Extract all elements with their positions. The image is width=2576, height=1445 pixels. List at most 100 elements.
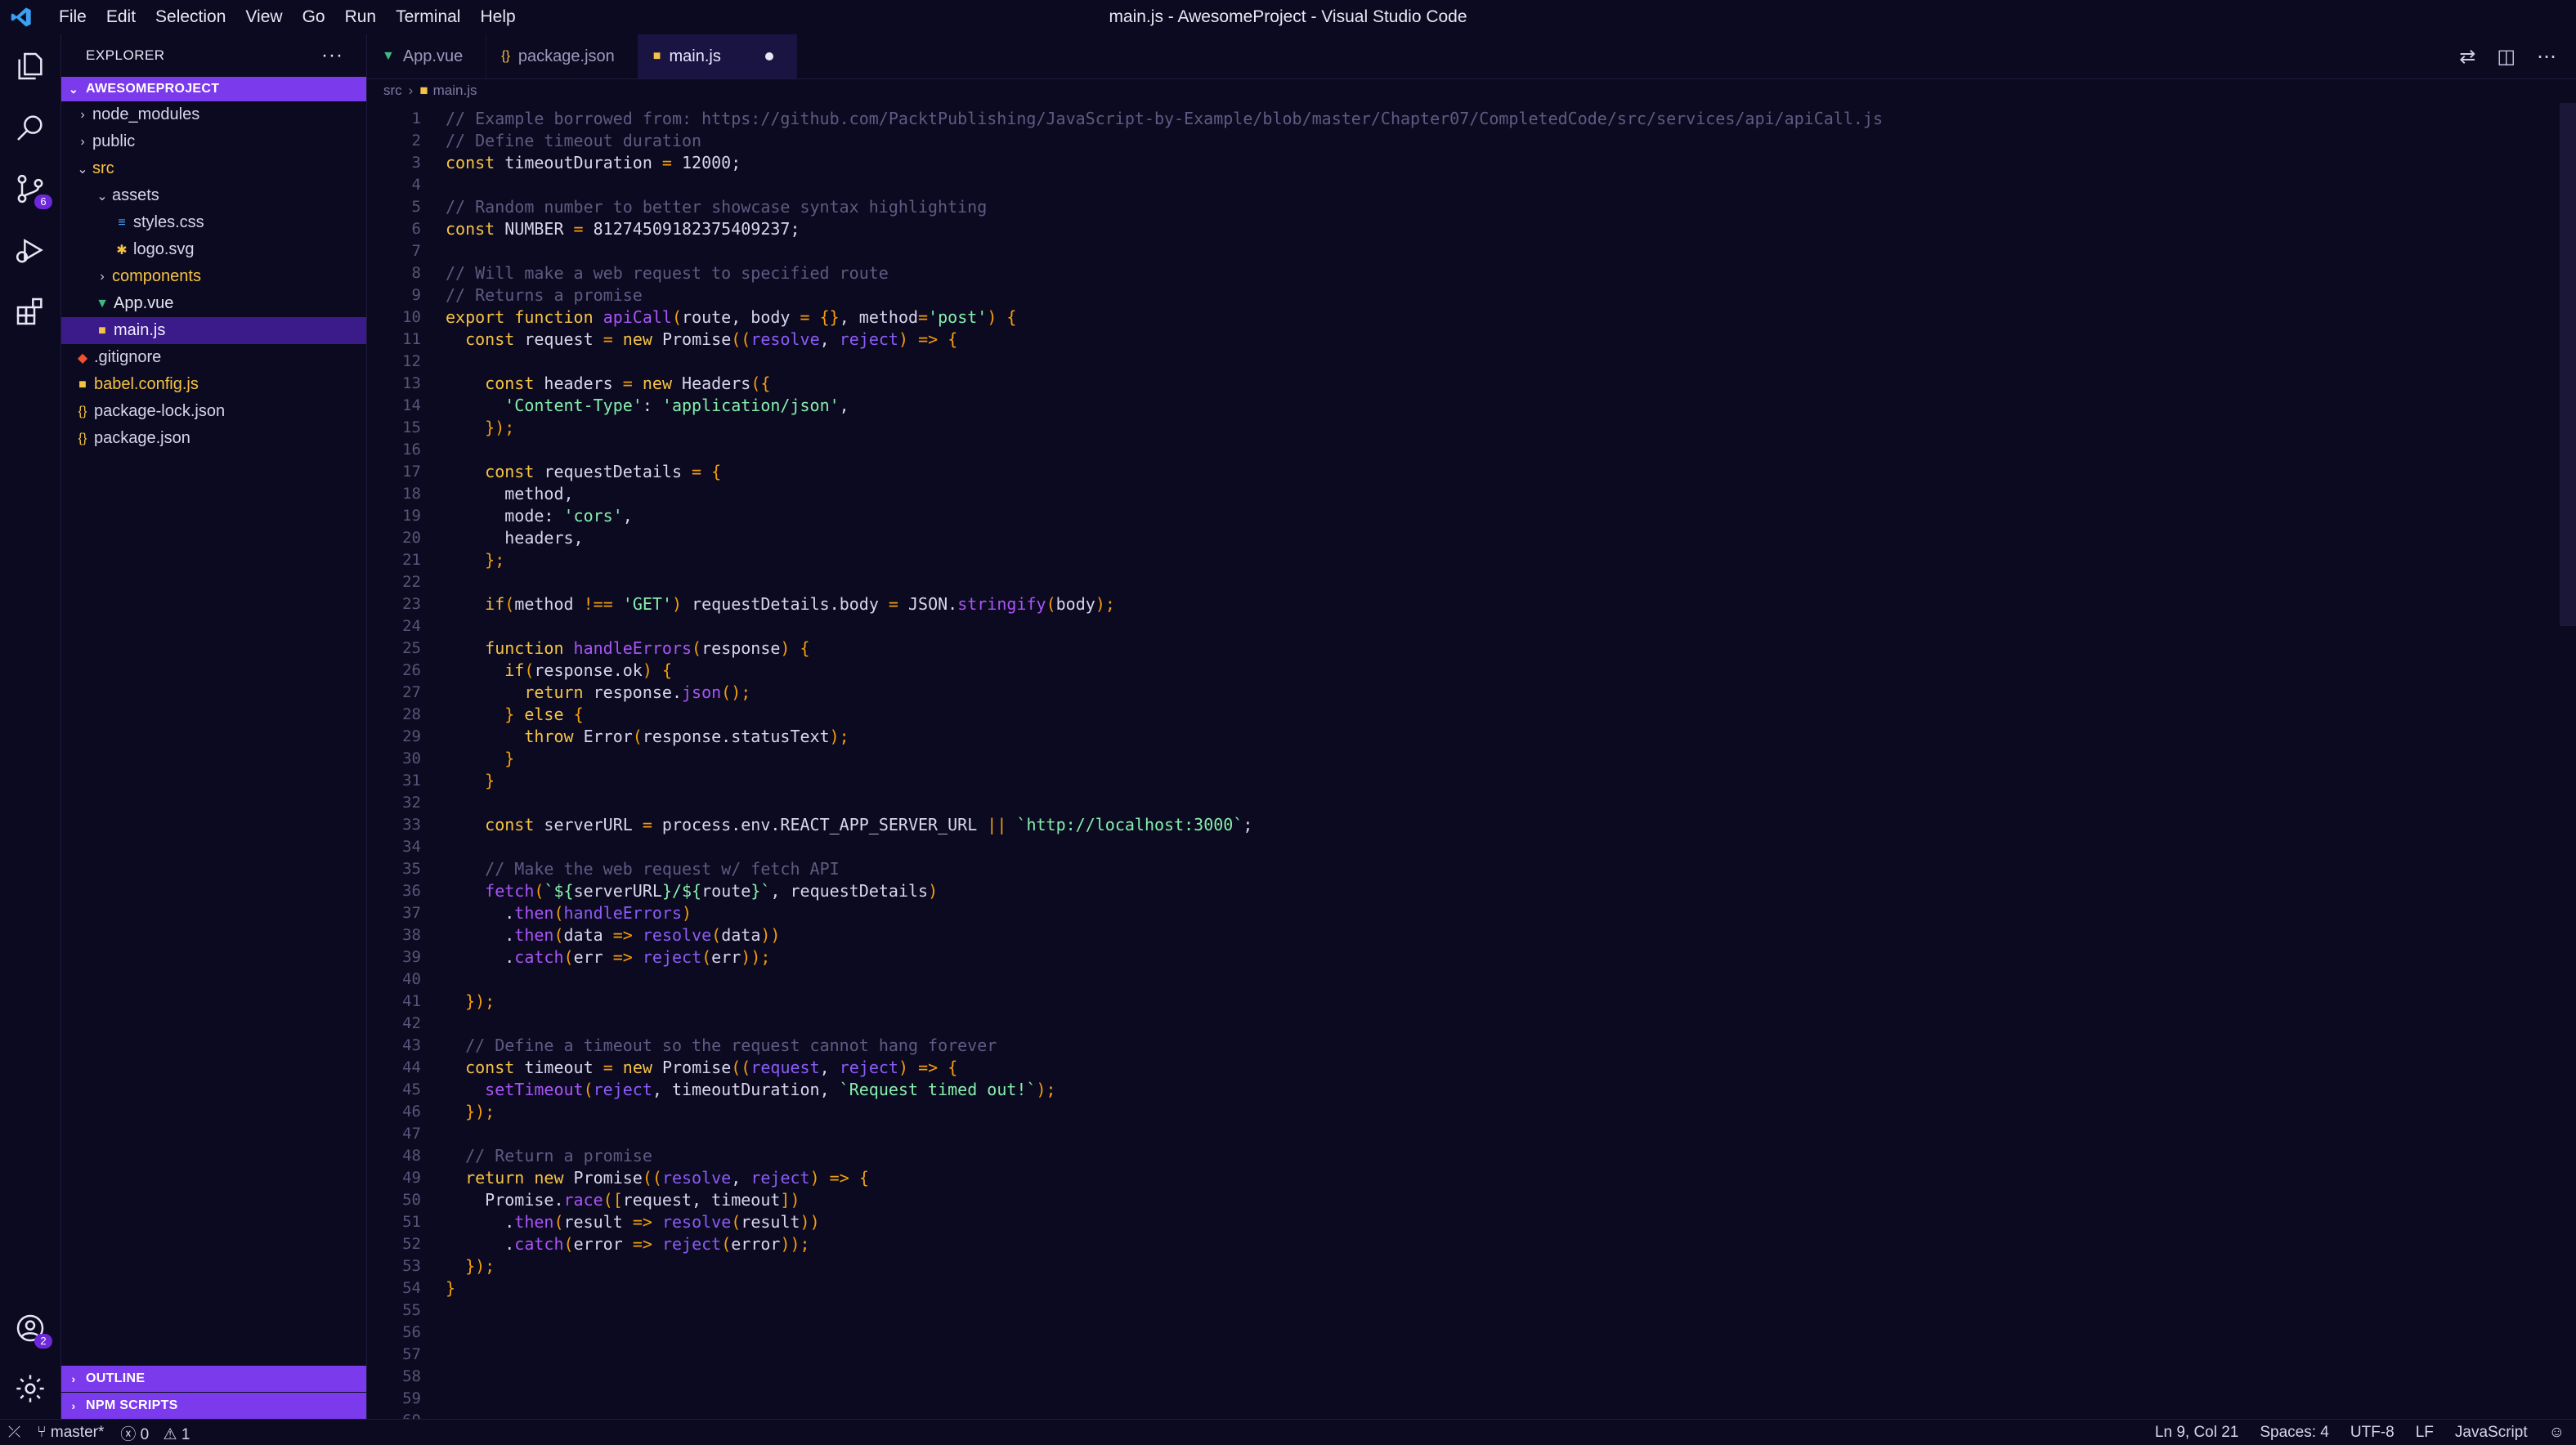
code-line[interactable]: }); (446, 1255, 1883, 1277)
feedback-icon[interactable]: ☺ (2549, 1424, 2565, 1442)
code-line[interactable]: if(method !== 'GET') requestDetails.body… (446, 593, 1883, 615)
file-item[interactable]: ◆ .gitignore (61, 344, 366, 371)
git-branch[interactable]: ⑂ master* (29, 1424, 112, 1442)
code-line[interactable]: return new Promise((resolve, reject) => … (446, 1167, 1883, 1189)
outline-section-header[interactable]: › OUTLINE (61, 1366, 366, 1392)
menu-terminal[interactable]: Terminal (386, 0, 470, 34)
code-line[interactable]: }); (446, 417, 1883, 439)
code-line[interactable]: function handleErrors(response) { (446, 638, 1883, 660)
code-line[interactable]: .then(result => resolve(result)) (446, 1211, 1883, 1233)
project-section-header[interactable]: ⌄ AWESOMEPROJECT (61, 77, 366, 101)
folder-item[interactable]: ⌄ assets (61, 182, 366, 209)
run-debug-icon[interactable] (0, 220, 60, 280)
breadcrumb-file[interactable]: main.js (433, 83, 477, 99)
explorer-icon[interactable] (0, 36, 60, 96)
folder-item[interactable]: › public (61, 128, 366, 155)
cursor-position[interactable]: Ln 9, Col 21 (2155, 1424, 2238, 1442)
source-control-icon[interactable]: 6 (0, 159, 60, 219)
code-content[interactable]: // Example borrowed from: https://github… (446, 108, 1883, 1419)
settings-gear-icon[interactable] (0, 1358, 60, 1419)
code-line[interactable]: // Random number to better showcase synt… (446, 196, 1883, 218)
code-line[interactable]: const request = new Promise((resolve, re… (446, 329, 1883, 351)
unsaved-changes-dot-icon[interactable] (764, 52, 773, 60)
accounts-icon[interactable]: 2 (0, 1298, 60, 1358)
code-line[interactable]: if(response.ok) { (446, 660, 1883, 682)
menu-selection[interactable]: Selection (146, 0, 235, 34)
code-line[interactable] (446, 571, 1883, 593)
code-line[interactable]: } (446, 1277, 1883, 1300)
code-line[interactable] (446, 969, 1883, 991)
menu-view[interactable]: View (235, 0, 292, 34)
code-line[interactable] (446, 351, 1883, 373)
more-actions-icon[interactable]: ⋯ (2537, 45, 2556, 69)
code-line[interactable]: // Returns a promise (446, 284, 1883, 306)
code-line[interactable]: // Make the web request w/ fetch API (446, 858, 1883, 880)
code-line[interactable]: headers, (446, 527, 1883, 549)
code-line[interactable]: setTimeout(reject, timeoutDuration, `Req… (446, 1079, 1883, 1101)
code-line[interactable]: const timeout = new Promise((request, re… (446, 1057, 1883, 1079)
code-line[interactable] (446, 1300, 1883, 1322)
folder-item[interactable]: ⌄ src (61, 155, 366, 182)
code-line[interactable] (446, 1322, 1883, 1344)
code-line[interactable] (446, 1388, 1883, 1410)
code-line[interactable] (446, 1344, 1883, 1366)
extensions-icon[interactable] (0, 281, 60, 342)
code-line[interactable]: 'Content-Type': 'application/json', (446, 395, 1883, 417)
code-line[interactable]: throw Error(response.statusText); (446, 726, 1883, 748)
file-item[interactable]: ≡ styles.css (61, 209, 366, 236)
open-changes-icon[interactable]: ⇄ (2459, 45, 2475, 69)
menu-go[interactable]: Go (293, 0, 335, 34)
file-item[interactable]: ✱ logo.svg (61, 236, 366, 263)
code-line[interactable] (446, 1123, 1883, 1145)
code-line[interactable]: Promise.race([request, timeout]) (446, 1189, 1883, 1211)
code-line[interactable] (446, 792, 1883, 814)
code-line[interactable]: } else { (446, 704, 1883, 726)
menu-help[interactable]: Help (470, 0, 525, 34)
code-editor[interactable]: 1 2 3 4 5 6 7 8 9 10 11 12 13 14 15 16 17 18 19 20 21 22 23 24 2… (367, 103, 2576, 1419)
code-line[interactable]: const timeoutDuration = 12000; (446, 152, 1883, 174)
code-line[interactable]: // Define a timeout so the request canno… (446, 1035, 1883, 1057)
code-line[interactable] (446, 615, 1883, 638)
breadcrumb-folder[interactable]: src (383, 83, 402, 99)
code-line[interactable]: // Will make a web request to specified … (446, 262, 1883, 284)
code-line[interactable]: const NUMBER = 81274509182375409237; (446, 218, 1883, 240)
file-item[interactable]: {} package-lock.json (61, 398, 366, 425)
code-line[interactable]: const serverURL = process.env.REACT_APP_… (446, 814, 1883, 836)
code-line[interactable]: method, (446, 483, 1883, 505)
code-line[interactable]: .then(handleErrors) (446, 902, 1883, 924)
code-line[interactable]: export function apiCall(route, body = {}… (446, 306, 1883, 329)
language-mode[interactable]: JavaScript (2455, 1424, 2528, 1442)
tab-package-json[interactable]: {} package.json (486, 34, 638, 78)
file-item[interactable]: {} package.json (61, 425, 366, 452)
code-line[interactable]: }); (446, 991, 1883, 1013)
indentation[interactable]: Spaces: 4 (2260, 1424, 2329, 1442)
encoding[interactable]: UTF-8 (2350, 1424, 2395, 1442)
tab-app-vue[interactable]: ▼ App.vue (367, 34, 487, 78)
tab-main-js[interactable]: ■ main.js (638, 34, 797, 78)
editor-scrollbar[interactable] (2560, 103, 2576, 626)
code-line[interactable] (446, 1013, 1883, 1035)
code-line[interactable]: } (446, 748, 1883, 770)
file-item[interactable]: ■ main.js (61, 317, 366, 344)
code-line[interactable] (446, 174, 1883, 196)
split-editor-icon[interactable]: ◫ (2497, 45, 2516, 69)
code-line[interactable] (446, 836, 1883, 858)
code-line[interactable]: .catch(error => reject(error)); (446, 1233, 1883, 1255)
remote-icon[interactable]: ⤫ (0, 1424, 29, 1442)
more-actions-button[interactable]: ··· (321, 44, 343, 67)
code-line[interactable] (446, 1366, 1883, 1388)
code-line[interactable] (446, 439, 1883, 461)
code-line[interactable] (446, 240, 1883, 262)
code-line[interactable]: }); (446, 1101, 1883, 1123)
code-line[interactable]: fetch(`${serverURL}/${route}`, requestDe… (446, 880, 1883, 902)
folder-item[interactable]: › components (61, 263, 366, 290)
end-of-line[interactable]: LF (2416, 1424, 2434, 1442)
search-icon[interactable] (0, 97, 60, 158)
code-line[interactable]: .catch(err => reject(err)); (446, 946, 1883, 969)
code-line[interactable] (446, 1410, 1883, 1419)
code-line[interactable]: // Return a promise (446, 1145, 1883, 1167)
code-line[interactable]: // Define timeout duration (446, 130, 1883, 152)
menu-file[interactable]: File (49, 0, 96, 34)
code-line[interactable]: mode: 'cors', (446, 505, 1883, 527)
menu-edit[interactable]: Edit (96, 0, 146, 34)
